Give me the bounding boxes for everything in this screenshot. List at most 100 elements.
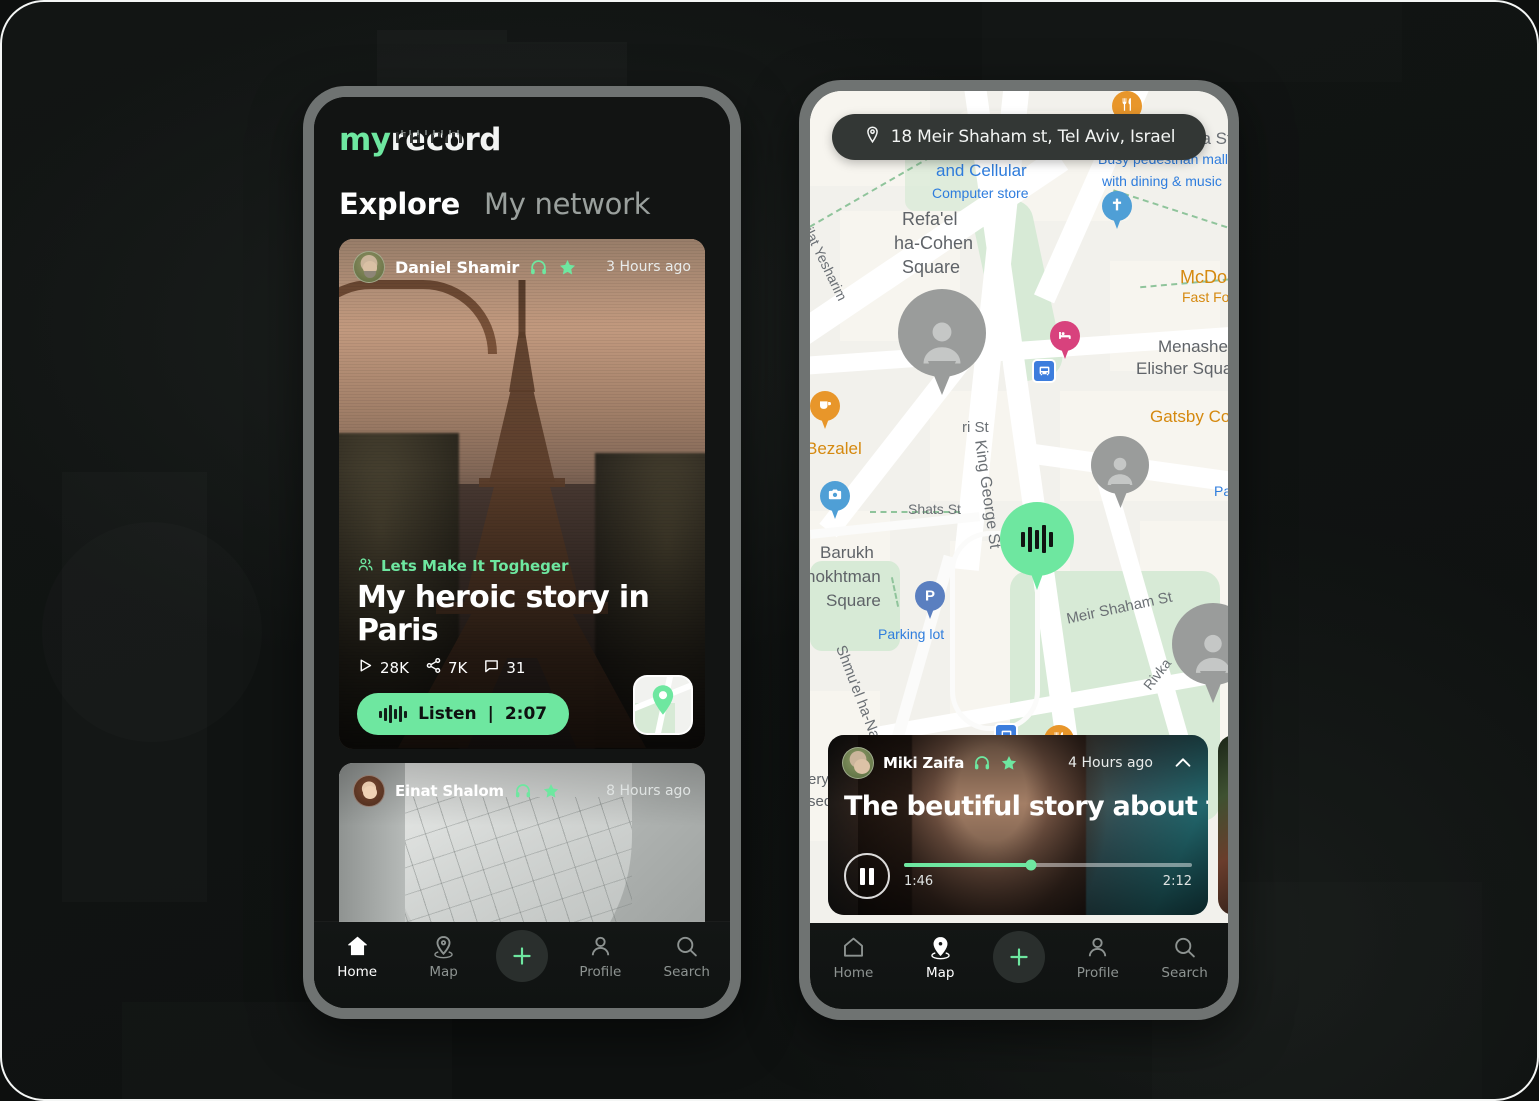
story-card-paris[interactable]: Daniel Shamir 3 Hours ago Lets Make It T… [339,239,705,749]
total-time: 2:12 [1162,874,1192,889]
tab-explore[interactable]: Explore [339,187,460,221]
background-watermark [982,2,1402,82]
background-watermark [42,522,262,742]
nav-label-map: Map [925,965,955,981]
restaurant-icon [1120,97,1135,115]
nav-item-home[interactable]: Home [323,934,391,980]
camera-icon [828,487,843,505]
map-label: Bezalel [810,439,862,458]
hotel-icon [1058,327,1073,345]
progress-slider[interactable] [904,859,1192,871]
mini-player-carousel[interactable]: Miki Zaifa 4 Hours ago The beutiful stor… [828,735,1228,915]
player-controls: 1:46 2:12 [844,853,1192,899]
search-icon [1175,937,1195,958]
story-feed[interactable]: Daniel Shamir 3 Hours ago Lets Make It T… [314,239,730,1008]
collaboration-label: Lets Make It Togheger [381,557,569,576]
elapsed-time: 1:46 [904,874,934,889]
map-label: ri St [962,419,989,436]
story-card-header: Einat Shalom 8 Hours ago [353,775,691,807]
story-location-thumbnail[interactable] [633,675,693,735]
coffee-icon [818,397,833,415]
map-label: Elisher Square [1136,359,1228,378]
story-card-header: Daniel Shamir 3 Hours ago [353,251,691,283]
listen-duration: 2:07 [504,704,548,724]
phone-mockup-home: myrecord Explore My network [303,86,741,1019]
add-story-button[interactable] [495,930,548,982]
player-header: Miki Zaifa 4 Hours ago [842,747,1194,779]
bottom-navigation: Home Map Profile Search [810,923,1228,1009]
chevron-up-icon[interactable] [1172,752,1194,774]
headphones-icon [514,782,532,800]
star-icon [1000,754,1018,772]
nav-item-search[interactable]: Search [653,934,721,980]
player-story-title: The beutiful story about t... [844,791,1208,822]
map-label: Square [902,257,961,277]
story-timestamp: 3 Hours ago [606,259,691,275]
nav-item-search[interactable]: Search [1151,935,1219,981]
map-label: Computer store [932,185,1029,201]
pause-button[interactable] [844,853,890,899]
page-root: myrecord Explore My network [0,0,1539,1101]
add-story-button[interactable] [992,931,1045,983]
poi-pin-parking[interactable]: P [915,581,945,621]
church-icon [1110,198,1124,215]
nav-item-map[interactable]: Map [906,935,974,981]
listen-button[interactable]: Listen | 2:07 [357,693,570,735]
map-label: hokhtman [810,567,881,586]
map-label: ha-Cohen [894,233,974,253]
mini-player-card-next[interactable]: T [1218,735,1228,915]
map-pin-icon [434,935,453,959]
progress-knob[interactable] [1025,859,1037,871]
nav-item-map[interactable]: Map [410,934,478,980]
player-timestamp: 4 Hours ago [1068,755,1153,771]
poi-pin-hotel[interactable] [1050,321,1080,361]
home-icon [843,937,863,957]
background-watermark [62,472,207,902]
poi-pin-coffee[interactable] [810,391,840,431]
avatar[interactable] [842,747,874,779]
avatar[interactable] [353,775,385,807]
location-pin-icon [863,125,882,149]
audio-story-pin[interactable] [1000,502,1074,594]
plays-stat: 28K [357,657,409,678]
person-icon [1089,937,1107,957]
map-label: Gatsby Coc [1150,407,1228,426]
app-logo: myrecord [339,123,730,157]
nav-label-search: Search [1161,965,1208,981]
user-location-pin[interactable] [898,289,986,399]
map-label: Fast Food [1182,289,1228,305]
address-search-bar[interactable]: 18 Meir Shaham st, Tel Aviv, Israel [832,114,1206,160]
listen-label: Listen [418,704,477,724]
poi-pin-church[interactable] [1102,191,1132,231]
nav-item-profile[interactable]: Profile [1064,935,1132,981]
nav-item-home[interactable]: Home [819,935,887,981]
nav-item-profile[interactable]: Profile [566,934,634,980]
play-icon [357,657,374,678]
tab-my-network[interactable]: My network [484,187,650,221]
waveform-icon [379,705,408,723]
plus-icon [1010,948,1028,966]
progress-area: 1:46 2:12 [904,859,1192,889]
waveform-icon [1021,525,1053,553]
user-location-pin-2[interactable] [1091,436,1149,511]
avatar[interactable] [353,251,385,283]
user-location-pin-3[interactable] [1172,603,1228,708]
nav-label-profile: Profile [1076,965,1119,981]
map-label: Pa [1214,483,1228,499]
map-label: Menashe [1158,337,1228,356]
story-stats: 28K 7K 31 [357,657,687,678]
mini-player-card[interactable]: Miki Zaifa 4 Hours ago The beutiful stor… [828,735,1208,915]
comments-count: 31 [506,658,526,677]
map-pin-icon [648,683,678,722]
feed-tabs: Explore My network [339,187,730,221]
bus-stop-icon[interactable] [1032,359,1056,383]
star-icon [558,258,577,277]
nav-label-search: Search [663,964,710,980]
map-label: and Cellular [936,161,1027,180]
home-icon [347,936,367,956]
map-label: McDon [1180,267,1228,287]
poi-pin-camera[interactable] [820,481,850,521]
map-label: Shats St [908,501,961,517]
nav-label-home: Home [833,965,874,981]
story-author-name: Einat Shalom [395,782,504,800]
